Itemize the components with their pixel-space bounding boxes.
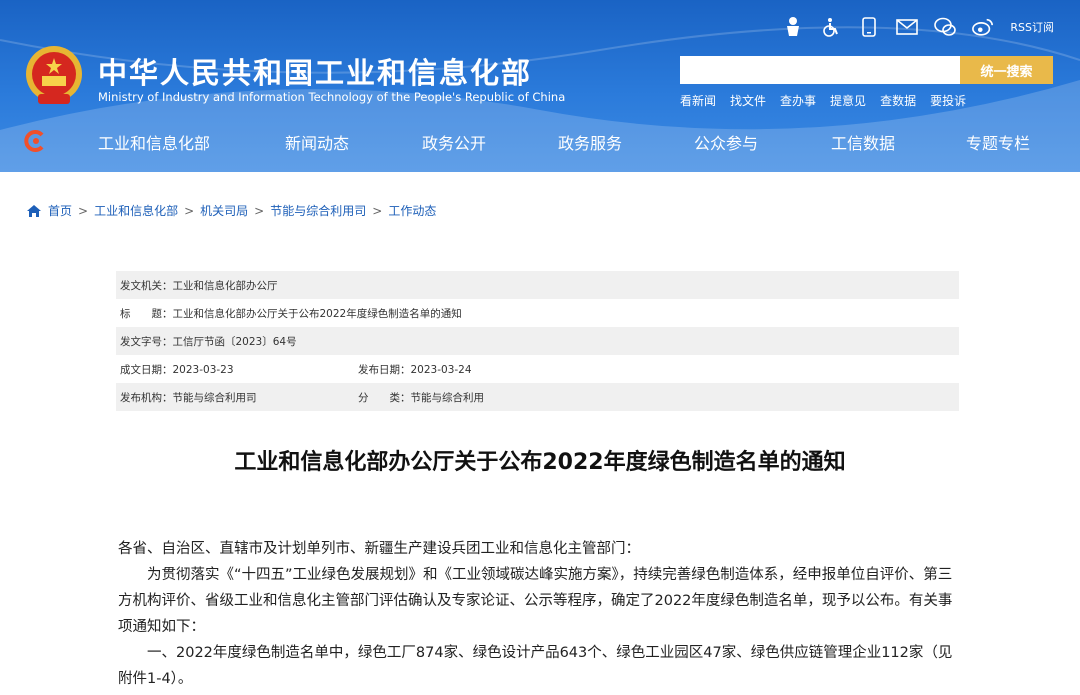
meta-created-date: 成文日期：2023-03-23 [120, 363, 234, 376]
article-paragraph: 为贯彻落实《“十四五”工业绿色发展规划》和《工业领域碳达峰实施方案》，持续完善绿… [118, 567, 953, 635]
article-title: 工业和信息化部办公厅关于公布2022年度绿色制造名单的通知 [234, 450, 846, 475]
article-body: 各省、自治区、直辖市及计划单列市、新疆生产建设兵团工业和信息化主管部门： 为贯彻… [118, 536, 960, 692]
search-button[interactable]: 统一搜索 [960, 56, 1053, 84]
quick-links: 看新闻 找文件 查办事 提意见 查数据 要投诉 [680, 92, 966, 109]
accessibility-mascot-icon[interactable] [782, 16, 804, 38]
nav-item-gov-services[interactable]: 政务服务 [558, 130, 622, 154]
breadcrumb-separator: > [184, 203, 195, 218]
nav-item-gov-affairs[interactable]: 政务公开 [422, 130, 486, 154]
mail-icon[interactable] [896, 16, 919, 38]
meta-published-date: 发布日期：2023-03-24 [358, 363, 472, 376]
nav-item-public-participation[interactable]: 公众参与 [694, 130, 758, 154]
meta-row-title: 标 题：工业和信息化部办公厅关于公布2022年度绿色制造名单的通知 [116, 299, 959, 327]
nav-item-miit[interactable]: 工业和信息化部 [98, 130, 210, 154]
nav-item-data[interactable]: 工信数据 [831, 130, 895, 154]
meta-row-dates: 成文日期：2023-03-23 发布日期：2023-03-24 [116, 355, 959, 383]
breadcrumb-departments[interactable]: 机关司局 [200, 202, 248, 219]
article-paragraph: 一、2022年度绿色制造名单中，绿色工厂874家、绿色设计产品643个、绿色工业… [118, 645, 953, 687]
weibo-icon[interactable] [972, 16, 994, 38]
breadcrumb-separator: > [254, 203, 265, 218]
document-meta-table: 发文机关：工业和信息化部办公厅 标 题：工业和信息化部办公厅关于公布2022年度… [116, 271, 959, 411]
wechat-icon[interactable] [934, 16, 957, 38]
breadcrumb-separator: > [78, 203, 89, 218]
quick-link-feedback[interactable]: 提意见 [830, 92, 866, 109]
meta-org: 发布机构：节能与综合利用司 [120, 391, 257, 404]
miit-nav-logo-icon [24, 130, 44, 152]
breadcrumb-separator: > [372, 203, 383, 218]
nav-item-topics[interactable]: 专题专栏 [966, 130, 1030, 154]
meta-row-org: 发布机构：节能与综合利用司 分 类：节能与综合利用 [116, 383, 959, 411]
quick-link-complaint[interactable]: 要投诉 [930, 92, 966, 109]
quick-link-services[interactable]: 查办事 [780, 92, 816, 109]
quick-link-data[interactable]: 查数据 [880, 92, 916, 109]
wheelchair-icon[interactable] [820, 16, 842, 38]
national-emblem-logo[interactable] [24, 44, 84, 108]
article-salutation: 各省、自治区、直辖市及计划单列市、新疆生产建设兵团工业和信息化主管部门： [118, 541, 640, 557]
meta-row-doc-no: 发文字号：工信厅节函〔2023〕64号 [116, 327, 959, 355]
meta-title: 标 题：工业和信息化部办公厅关于公布2022年度绿色制造名单的通知 [120, 307, 462, 320]
breadcrumb-energy-dept[interactable]: 节能与综合利用司 [270, 202, 366, 219]
site-subtitle: Ministry of Industry and Information Tec… [98, 90, 566, 104]
quick-link-files[interactable]: 找文件 [730, 92, 766, 109]
meta-issuer: 发文机关：工业和信息化部办公厅 [120, 279, 278, 292]
rss-subscribe-link[interactable]: RSS订阅 [1010, 19, 1054, 35]
breadcrumb-work-news[interactable]: 工作动态 [388, 202, 436, 219]
mobile-icon[interactable] [858, 16, 880, 38]
meta-doc-no: 发文字号：工信厅节函〔2023〕64号 [120, 335, 297, 348]
top-utility-icons: RSS订阅 [782, 16, 1054, 38]
breadcrumb-home[interactable]: 首页 [48, 202, 72, 219]
nav-item-news[interactable]: 新闻动态 [285, 130, 349, 154]
meta-category: 分 类：节能与综合利用 [358, 391, 484, 404]
breadcrumb-miit[interactable]: 工业和信息化部 [94, 202, 178, 219]
site-title[interactable]: 中华人民共和国工业和信息化部 [98, 50, 532, 92]
site-header: 中华人民共和国工业和信息化部 Ministry of Industry and … [0, 0, 1080, 172]
main-nav: 工业和信息化部 新闻动态 政务公开 政务服务 公众参与 工信数据 专题专栏 [60, 126, 1080, 158]
home-icon[interactable] [26, 204, 42, 218]
quick-link-news[interactable]: 看新闻 [680, 92, 716, 109]
search-input[interactable] [680, 56, 960, 84]
breadcrumb: 首页 > 工业和信息化部 > 机关司局 > 节能与综合利用司 > 工作动态 [26, 202, 436, 219]
meta-row-issuer: 发文机关：工业和信息化部办公厅 [116, 271, 959, 299]
